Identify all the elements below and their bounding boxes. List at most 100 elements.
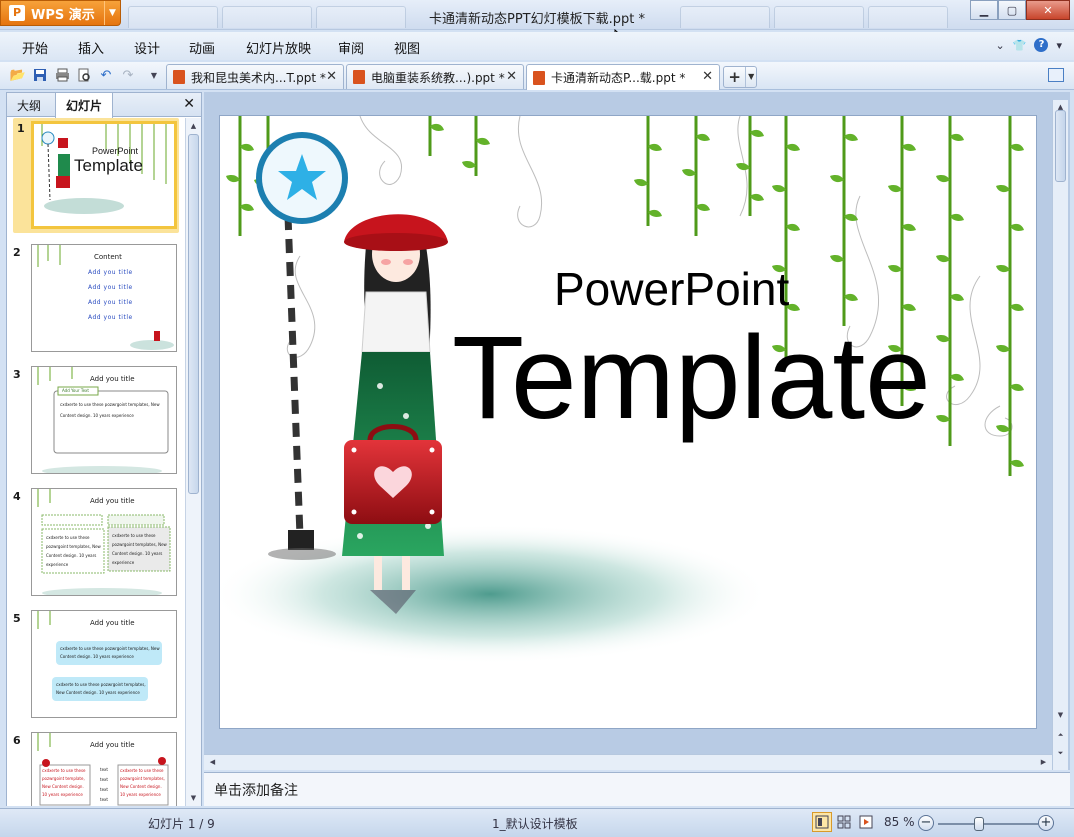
thumbnail-scrollbar[interactable]: ▲ ▼ xyxy=(185,118,201,806)
maximize-button[interactable]: ▢ xyxy=(998,0,1026,20)
thumb-subtitle: Template xyxy=(74,156,143,175)
menu-design[interactable]: 设计 xyxy=(134,38,160,57)
menu-view[interactable]: 视图 xyxy=(394,38,420,57)
slide-number: 6 xyxy=(13,734,21,747)
notes-pane[interactable]: 单击添加备注 xyxy=(204,772,1070,806)
undo-icon[interactable]: ↶ xyxy=(98,67,114,83)
thumb-canvas: PowerPoint Template xyxy=(31,121,177,229)
panel-tabs: 大纲 幻灯片 ✕ xyxy=(7,93,201,118)
thumb-canvas: Add you title cxdxerte to use these pozw… xyxy=(31,732,177,806)
thumb-mid-text: text xyxy=(100,777,108,782)
taskbar-ghost-tab xyxy=(128,6,218,28)
close-tab-icon[interactable]: ✕ xyxy=(326,69,337,84)
chevron-down-icon[interactable]: ▼ xyxy=(104,1,120,25)
slide-vertical-scrollbar[interactable]: ▲ ▼ ⏶ ⏷ xyxy=(1052,100,1068,770)
tab-outline[interactable]: 大纲 xyxy=(7,93,51,117)
menu-insert[interactable]: 插入 xyxy=(78,38,104,57)
slide-title[interactable]: PowerPoint xyxy=(554,262,789,316)
thumb-heading: Add you title xyxy=(90,741,135,749)
menu-review[interactable]: 审阅 xyxy=(338,38,364,57)
thumb-box-label: Add Your Text xyxy=(62,388,89,393)
slide-horizontal-scrollbar[interactable]: ◀ ▶ xyxy=(204,754,1052,770)
help-icon[interactable]: ? xyxy=(1034,38,1049,52)
customize-toolbar-icon[interactable]: ▼ xyxy=(146,67,162,83)
slide-thumbnail-3[interactable]: 3 Add you title Add Your Text cxdxerte t… xyxy=(13,366,179,476)
slide-thumbnail-6[interactable]: 6 Add you title cxdxerte to use these po… xyxy=(13,732,179,806)
scroll-down-icon[interactable]: ▼ xyxy=(187,791,200,805)
slide-number: 3 xyxy=(13,368,21,381)
print-preview-icon[interactable] xyxy=(76,67,92,83)
scroll-thumb[interactable] xyxy=(1055,110,1066,182)
thumb-item: Add you title xyxy=(88,284,133,291)
thumb-body: cxdxerte to use these pozwrgoint templat… xyxy=(60,402,160,418)
wps-app-menu-button[interactable]: P WPS 演示 ▼ xyxy=(0,0,121,26)
slide-thumbnail-4[interactable]: 4 Add you title cxdxerte to use these po… xyxy=(13,488,179,598)
wps-presentation-window: P WPS 演示 ▼ 卡通清新动态PPT幻灯模板下载.ppt * ▁ ▢ ✕ 开… xyxy=(0,0,1074,837)
document-tab[interactable]: 电脑重装系统教...).ppt * ✕ xyxy=(346,64,524,89)
thumb-heading: Add you title xyxy=(90,497,135,505)
taskbar-ghost-tab xyxy=(222,6,312,28)
scroll-up-icon[interactable]: ▲ xyxy=(187,119,200,133)
slide-subtitle[interactable]: Template xyxy=(452,313,931,444)
zoom-slider-thumb[interactable] xyxy=(974,817,984,831)
menu-home[interactable]: 开始 xyxy=(22,38,48,57)
print-icon[interactable] xyxy=(54,67,70,83)
close-button[interactable]: ✕ xyxy=(1026,0,1070,20)
notes-placeholder[interactable]: 单击添加备注 xyxy=(214,780,298,800)
thumb-box2-text: cxdxerte to use these pozwrgoint templat… xyxy=(56,682,146,695)
zoom-out-button[interactable]: − xyxy=(918,815,934,831)
minimize-button[interactable]: ▁ xyxy=(970,0,998,20)
document-tab-active[interactable]: 卡通清新动态P...载.ppt * ✕ xyxy=(526,64,720,90)
thumb-canvas: Add you title Add Your Text cxdxerte to … xyxy=(31,366,177,474)
slide-canvas[interactable]: PowerPoint Template xyxy=(220,116,1036,728)
chevron-down-icon[interactable]: ⌄ xyxy=(996,39,1005,52)
redo-icon[interactable]: ↷ xyxy=(120,67,136,83)
menu-animation[interactable]: 动画 xyxy=(189,38,215,57)
thumb-canvas: Add you title cxdxerte to use these pozw… xyxy=(31,488,177,596)
ppt-file-icon xyxy=(173,70,185,84)
open-folder-icon[interactable]: 📂 xyxy=(10,67,26,83)
slide-sorter-view-icon[interactable] xyxy=(834,812,854,832)
thumb-heading: Add you title xyxy=(90,375,135,383)
taskbar-ghost-tab xyxy=(774,6,864,28)
taskbar-ghost-tab xyxy=(680,6,770,28)
slide-number: 1 xyxy=(17,122,25,135)
close-tab-icon[interactable]: ✕ xyxy=(702,69,713,84)
slide-thumbnail-2[interactable]: 2 Content Add you title Add you title Ad… xyxy=(13,244,179,354)
thumb-box1-text: cxdxerte to use these pozwrgoint templat… xyxy=(60,646,160,659)
thumb-right-text: cxdxerte to use these pozwrgoint templat… xyxy=(112,533,167,565)
chevron-down-icon[interactable]: ▾ xyxy=(1056,39,1062,52)
scroll-thumb[interactable] xyxy=(188,134,199,494)
slideshow-view-icon[interactable] xyxy=(856,812,876,832)
scroll-right-icon[interactable]: ▶ xyxy=(1037,755,1050,769)
menu-slideshow[interactable]: 幻灯片放映 xyxy=(246,38,311,57)
zoom-slider-track[interactable] xyxy=(938,823,1038,825)
next-slide-icon[interactable]: ⏷ xyxy=(1054,746,1067,760)
new-tab-button[interactable]: + ▼ xyxy=(723,66,757,88)
slide-thumbnail-5[interactable]: 5 Add you title cxdxerte to use these po… xyxy=(13,610,179,720)
previous-slide-icon[interactable]: ⏶ xyxy=(1054,728,1067,742)
skin-shirt-icon[interactable]: 👕 xyxy=(1013,39,1027,52)
close-panel-icon[interactable]: ✕ xyxy=(183,96,195,112)
tab-label: 卡通清新动态P...载.ppt * xyxy=(551,71,686,85)
template-name: 1_默认设计模板 xyxy=(492,817,578,831)
slide-thumbnail-list: 1 PowerPoint Template 2 Content Add you … xyxy=(7,118,185,806)
scroll-left-icon[interactable]: ◀ xyxy=(206,755,219,769)
task-pane-toggle-icon[interactable] xyxy=(1048,68,1064,82)
normal-view-icon[interactable] xyxy=(812,812,832,832)
thumb-left-text: cxdxerte to use these pozwrgoint templat… xyxy=(42,768,86,797)
chevron-down-icon[interactable]: ▼ xyxy=(745,67,756,87)
tab-slides[interactable]: 幻灯片 xyxy=(55,93,114,118)
slide-thumbnail-1[interactable]: 1 PowerPoint Template xyxy=(13,118,179,233)
quick-toolbar: 📂 ↶ ↷ ▼ 我和昆虫美术内...T.ppt * ✕ 电脑重装系统教...).… xyxy=(0,62,1074,90)
save-icon[interactable] xyxy=(32,67,48,83)
thumb-heading: Content xyxy=(94,253,122,261)
scroll-down-icon[interactable]: ▼ xyxy=(1054,708,1067,722)
document-tab[interactable]: 我和昆虫美术内...T.ppt * ✕ xyxy=(166,64,344,89)
app-brand-label: WPS 演示 xyxy=(31,7,95,23)
slide-editor: PowerPoint Template ▲ ▼ ⏶ ⏷ ◀ ▶ xyxy=(204,92,1070,770)
zoom-in-button[interactable]: + xyxy=(1038,815,1054,831)
close-tab-icon[interactable]: ✕ xyxy=(506,69,517,84)
thumb-item: Add you title xyxy=(88,269,133,276)
plus-icon: + xyxy=(728,68,741,86)
